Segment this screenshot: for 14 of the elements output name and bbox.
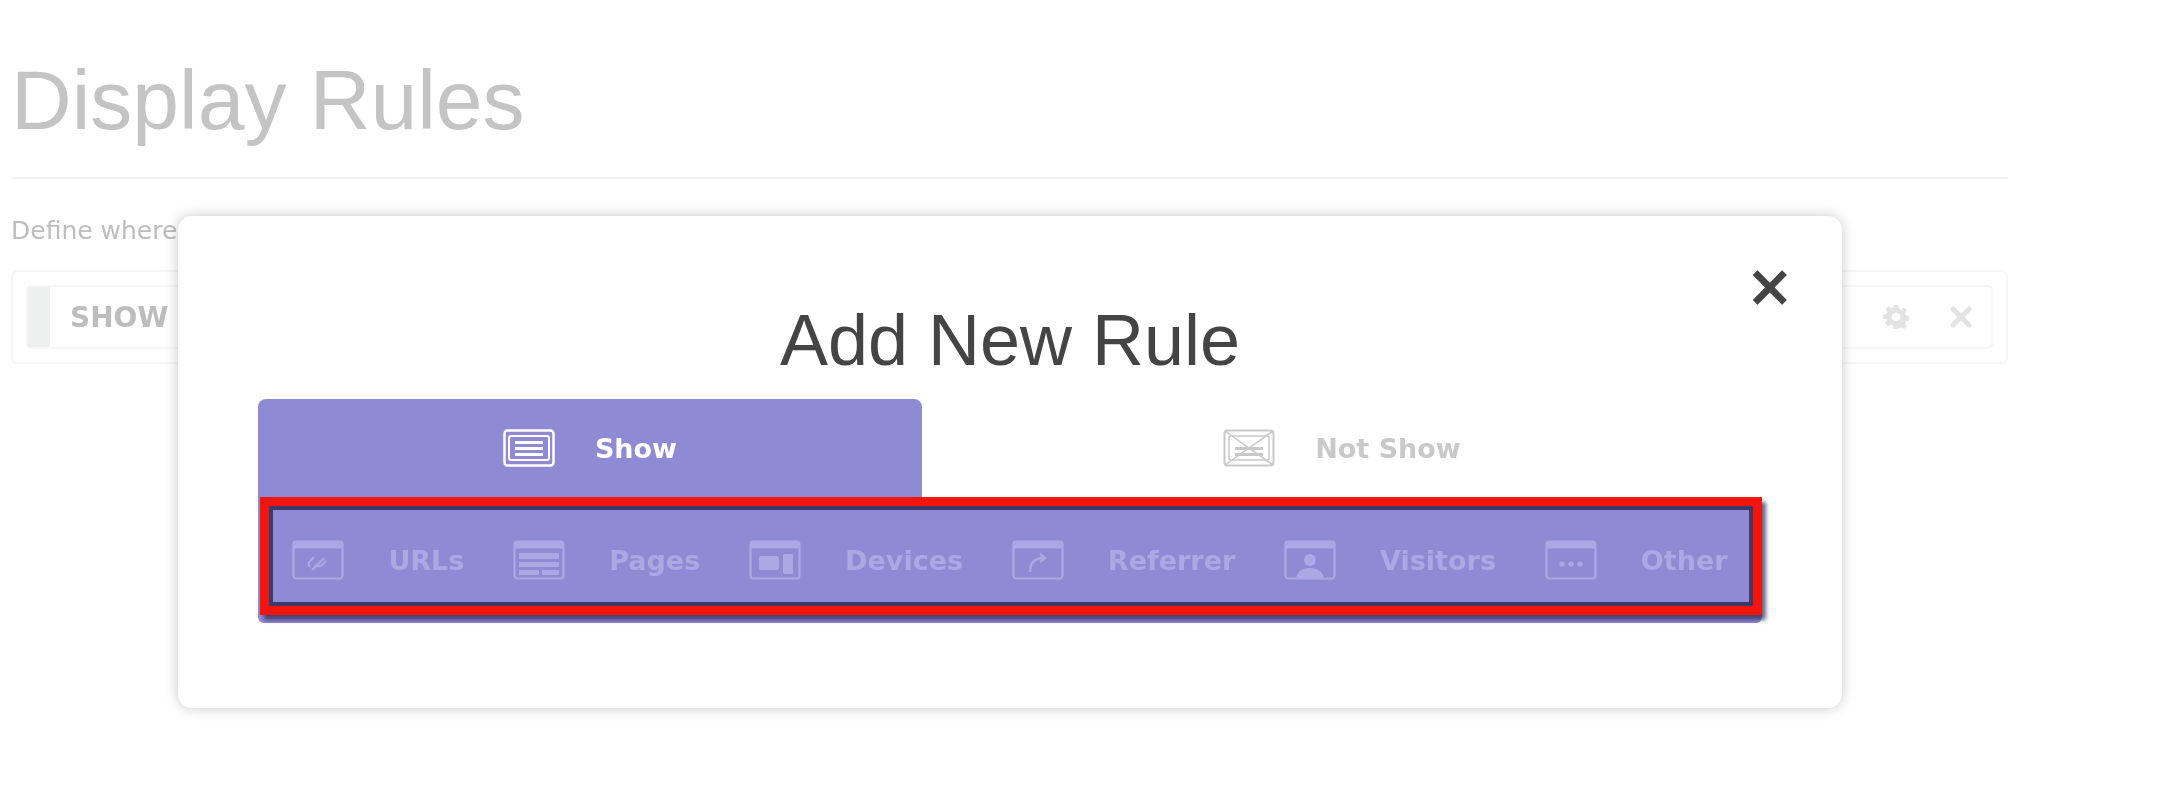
crossed-window-icon <box>1223 429 1276 467</box>
dots-window-icon <box>1544 540 1597 580</box>
page-layout-icon <box>513 540 566 580</box>
message-window-icon <box>502 429 555 467</box>
person-window-icon <box>1284 540 1337 580</box>
link-window-icon <box>292 540 345 580</box>
rule-label: SHOW <box>70 300 170 334</box>
page-title: Display Rules <box>11 52 526 149</box>
rule-tab[interactable]: Show <box>258 399 922 497</box>
page-description: Define where <box>11 216 179 245</box>
close-button[interactable]: × <box>1741 256 1798 316</box>
settings-icon[interactable] <box>1883 304 1909 330</box>
modal-title: Add New Rule <box>778 299 1242 382</box>
remove-icon[interactable] <box>1949 305 1973 329</box>
